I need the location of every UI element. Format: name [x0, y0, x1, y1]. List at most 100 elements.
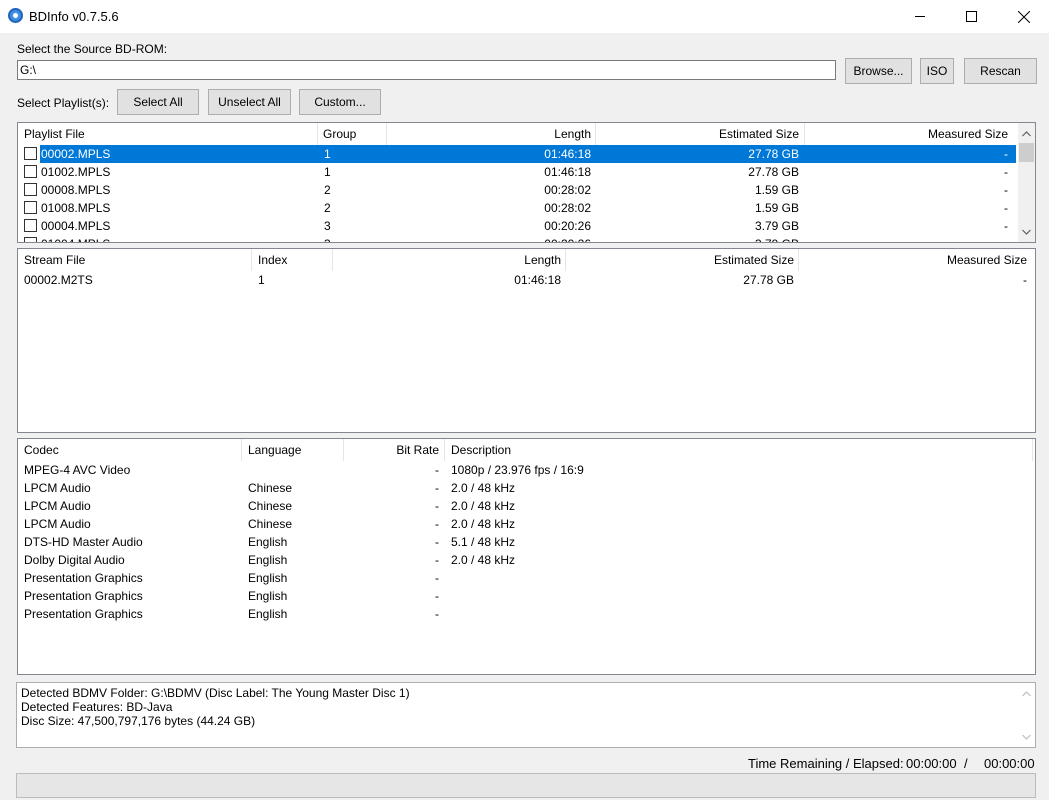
- column-header-measured-size[interactable]: Measured Size: [808, 123, 1008, 145]
- status-text: Detected BDMV Folder: G:\BDMV (Disc Labe…: [21, 686, 410, 728]
- codec-row[interactable]: LPCM Audio Chinese -2.0 / 48 kHz: [18, 479, 1035, 497]
- status-scrollbar[interactable]: [1018, 683, 1035, 747]
- codec-row[interactable]: DTS-HD Master Audio English -5.1 / 48 kHz: [18, 533, 1035, 551]
- playlist-checkbox[interactable]: [24, 237, 37, 242]
- playlist-length: 00:28:02: [544, 201, 591, 215]
- column-header-codec[interactable]: Codec: [24, 439, 59, 461]
- playlist-row[interactable]: 01004.MPLS 3 00:20:26 3.79 GB -: [18, 235, 1016, 242]
- codec-row[interactable]: LPCM Audio Chinese -2.0 / 48 kHz: [18, 515, 1035, 533]
- stream-estimated-size: 27.78 GB: [743, 273, 794, 287]
- playlist-rows: 00002.MPLS 1 01:46:18 27.78 GB -01002.MPLS 1 0…: [18, 145, 1016, 242]
- playlist-checkbox[interactable]: [24, 183, 37, 196]
- playlist-row[interactable]: 01002.MPLS 1 01:46:18 27.78 GB -: [18, 163, 1016, 181]
- codec-language: Chinese: [248, 481, 293, 495]
- column-header-bit-rate[interactable]: Bit Rate: [346, 439, 439, 461]
- time-remaining: 00:00:00: [906, 756, 957, 771]
- codec-bit-rate: -: [435, 481, 439, 495]
- playlist-estimated-size: 3.79 GB: [754, 219, 799, 233]
- codec-bit-rate: -: [435, 535, 439, 549]
- playlist-measured-size: -: [1004, 219, 1008, 233]
- playlist-estimated-size: 27.78 GB: [748, 147, 799, 161]
- codec-description: 2.0 / 48 kHz: [451, 553, 516, 567]
- column-header-estimated-size[interactable]: Estimated Size: [568, 249, 794, 271]
- playlist-row[interactable]: 00008.MPLS 2 00:28:02 1.59 GB -: [18, 181, 1016, 199]
- time-elapsed: 00:00:00: [984, 756, 1035, 771]
- codec-row[interactable]: Presentation Graphics English -: [18, 569, 1035, 587]
- codec-bit-rate: -: [435, 463, 439, 477]
- status-line: Detected Features: BD-Java: [21, 700, 173, 714]
- maximize-button[interactable]: [948, 0, 994, 33]
- column-header-estimated-size[interactable]: Estimated Size: [598, 123, 799, 145]
- scroll-up-icon[interactable]: [1018, 685, 1035, 702]
- playlist-length: 00:20:26: [390, 235, 591, 242]
- codec-row[interactable]: LPCM Audio Chinese -2.0 / 48 kHz: [18, 497, 1035, 515]
- playlist-length: 01:46:18: [544, 165, 591, 179]
- scroll-up-icon[interactable]: [1018, 125, 1035, 142]
- stream-row[interactable]: 00002.M2TS 1 01:46:18 27.78 GB -: [18, 271, 1035, 289]
- stream-measured-size: -: [1023, 273, 1027, 287]
- column-header-index[interactable]: Index: [258, 249, 287, 271]
- rescan-button[interactable]: Rescan: [964, 58, 1037, 84]
- scroll-thumb[interactable]: [1019, 143, 1034, 162]
- playlist-scrollbar[interactable]: [1018, 123, 1035, 242]
- scroll-down-icon[interactable]: [1018, 728, 1035, 745]
- status-log[interactable]: Detected BDMV Folder: G:\BDMV (Disc Labe…: [16, 682, 1036, 748]
- codec-name: LPCM Audio: [24, 517, 91, 531]
- column-header-language[interactable]: Language: [248, 439, 301, 461]
- playlist-checkbox[interactable]: [24, 147, 37, 160]
- stream-index: 1: [258, 273, 265, 287]
- playlist-file[interactable]: 00004.MPLS: [41, 217, 110, 235]
- playlist-length: 00:20:26: [544, 219, 591, 233]
- select-all-button[interactable]: Select All: [117, 89, 199, 115]
- iso-button[interactable]: ISO: [920, 58, 954, 84]
- codec-row[interactable]: Dolby Digital Audio English -2.0 / 48 kHz: [18, 551, 1035, 569]
- codec-description: 5.1 / 48 kHz: [451, 535, 516, 549]
- playlist-file[interactable]: 01008.MPLS: [41, 199, 110, 217]
- codec-bit-rate: -: [435, 553, 439, 567]
- codec-bit-rate: -: [435, 589, 439, 603]
- column-header-length[interactable]: Length: [390, 123, 591, 145]
- codec-name: Presentation Graphics: [24, 589, 143, 603]
- minimize-button[interactable]: [897, 0, 943, 33]
- playlist-row[interactable]: 01008.MPLS 2 00:28:02 1.59 GB -: [18, 199, 1016, 217]
- close-icon: [1018, 10, 1030, 23]
- column-header-playlist-file[interactable]: Playlist File: [24, 123, 85, 145]
- source-path-input[interactable]: G:\: [17, 60, 836, 80]
- playlist-file[interactable]: 01002.MPLS: [41, 163, 110, 181]
- timer-separator: /: [964, 756, 968, 771]
- playlist-checkbox[interactable]: [24, 219, 37, 232]
- codec-bit-rate: -: [435, 499, 439, 513]
- codec-row[interactable]: MPEG-4 AVC Video -1080p / 23.976 fps / 16…: [18, 461, 1035, 479]
- column-header-stream-file[interactable]: Stream File: [24, 249, 85, 271]
- unselect-all-button[interactable]: Unselect All: [208, 89, 291, 115]
- playlist-file[interactable]: 00008.MPLS: [41, 181, 110, 199]
- playlist-table[interactable]: Playlist File Group Length Estimated Siz…: [17, 122, 1036, 243]
- codec-row[interactable]: Presentation Graphics English -: [18, 587, 1035, 605]
- column-header-description[interactable]: Description: [451, 439, 511, 461]
- maximize-icon: [965, 11, 977, 22]
- playlist-checkbox[interactable]: [24, 165, 37, 178]
- column-header-measured-size[interactable]: Measured Size: [802, 249, 1027, 271]
- playlist-row[interactable]: 00002.MPLS 1 01:46:18 27.78 GB -: [18, 145, 1016, 163]
- playlist-length: 00:28:02: [544, 183, 591, 197]
- close-button[interactable]: [1001, 0, 1047, 33]
- playlist-estimated-size: 3.79 GB: [598, 235, 799, 242]
- playlist-file[interactable]: 00002.MPLS: [41, 145, 110, 163]
- column-header-group[interactable]: Group: [323, 123, 356, 145]
- playlist-row[interactable]: 00004.MPLS 3 00:20:26 3.79 GB -: [18, 217, 1016, 235]
- codec-language: English: [248, 589, 288, 603]
- codec-language: English: [248, 553, 288, 567]
- codec-table[interactable]: Codec Language Bit Rate Description MPEG…: [17, 438, 1036, 675]
- codec-description: 1080p / 23.976 fps / 16:9: [451, 463, 584, 477]
- stream-length: 01:46:18: [514, 273, 561, 287]
- column-header-length[interactable]: Length: [336, 249, 561, 271]
- playlist-file[interactable]: 01004.MPLS: [41, 235, 110, 242]
- playlist-checkbox[interactable]: [24, 201, 37, 214]
- codec-row[interactable]: Presentation Graphics English -: [18, 605, 1035, 623]
- codec-name: LPCM Audio: [24, 481, 91, 495]
- browse-button[interactable]: Browse...: [845, 58, 912, 84]
- timer-label: Time Remaining / Elapsed:: [748, 756, 904, 771]
- stream-table[interactable]: Stream File Index Length Estimated Size …: [17, 248, 1036, 433]
- scroll-down-icon[interactable]: [1018, 223, 1035, 240]
- custom-button[interactable]: Custom...: [299, 89, 381, 115]
